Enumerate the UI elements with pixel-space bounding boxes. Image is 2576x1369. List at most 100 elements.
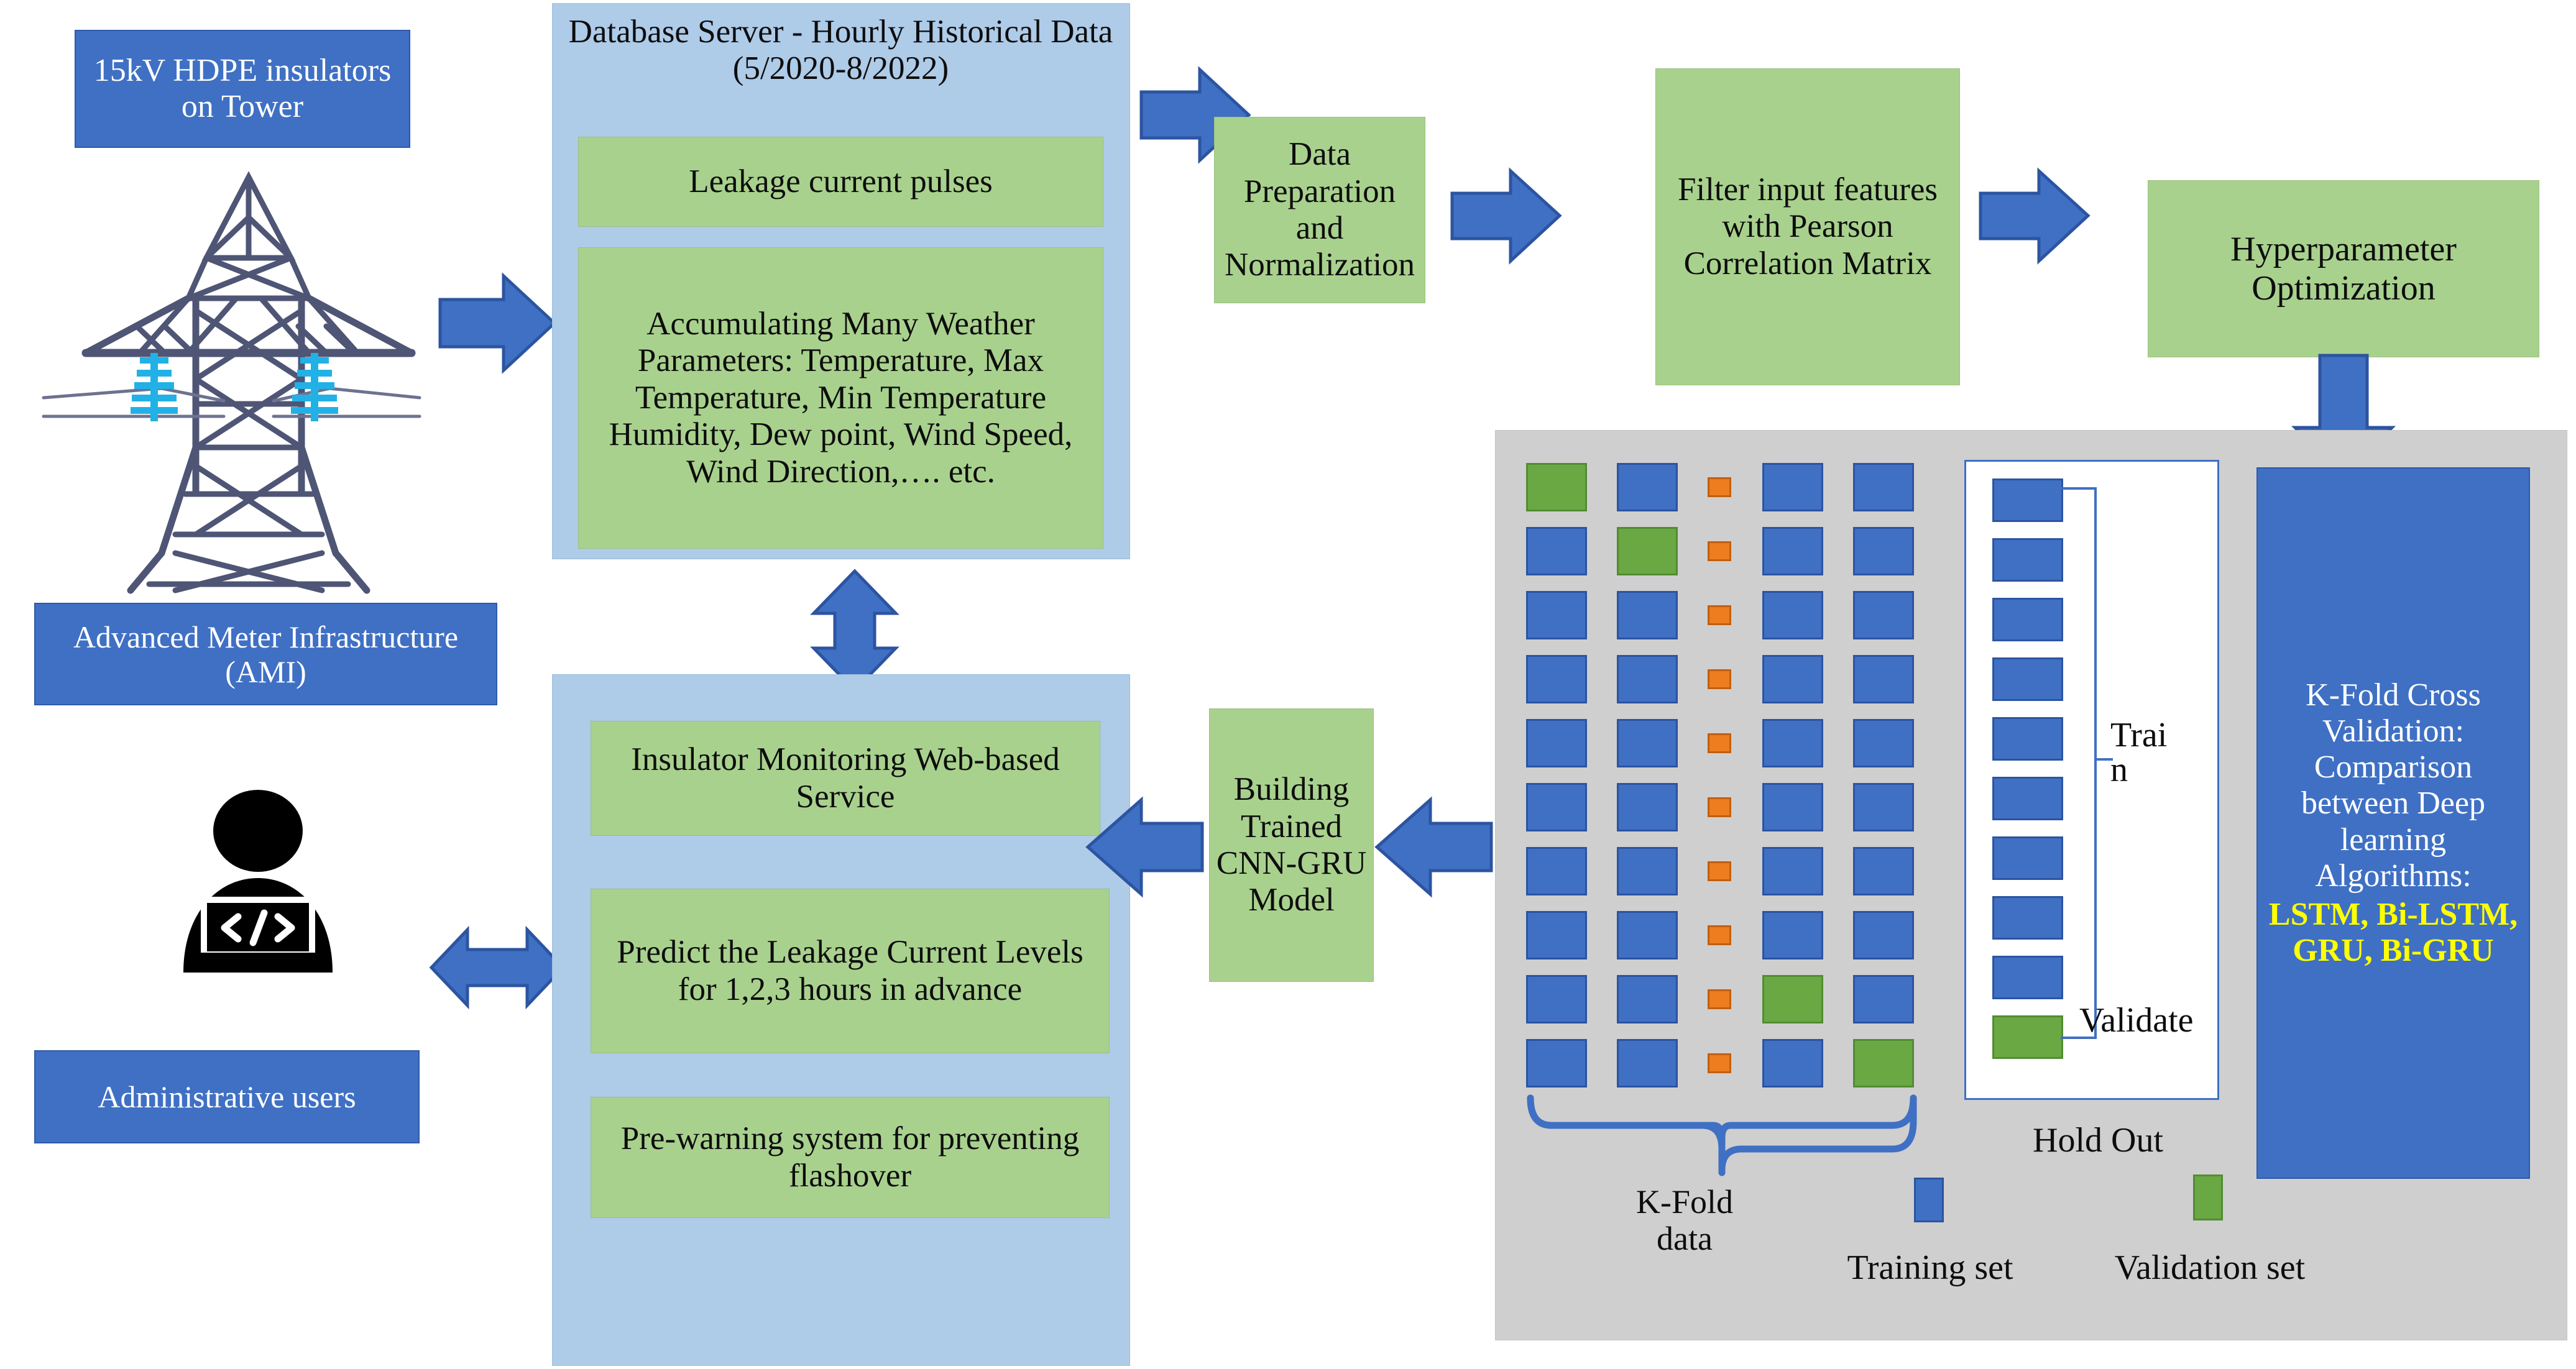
holdout-train-line1: Trai — [2110, 716, 2168, 754]
kfold-cell-r7c1 — [1526, 847, 1587, 895]
kfold-ellipsis-r4 — [1708, 669, 1731, 689]
service-item-prewarning-label: Pre-warning system for preventing flasho… — [620, 1120, 1080, 1194]
kfold-cell-r8c1 — [1526, 911, 1587, 959]
pipeline-hyperparameter-label: Hyperparameter Optimization — [2230, 229, 2457, 308]
pipeline-model-building-label: Building Trained CNN-GRU Model — [1216, 771, 1367, 918]
legend-validation-swatch — [2193, 1174, 2223, 1220]
legend-validation-label: Validation set — [2114, 1248, 2306, 1287]
kfold-cell-r3c3 — [1762, 591, 1823, 639]
kfold-cell-r1c2 — [1617, 463, 1678, 511]
holdout-bar-9 — [1992, 956, 2063, 999]
kfold-cell-r9c4 — [1853, 975, 1914, 1023]
legend-training-swatch — [1914, 1178, 1944, 1222]
holdout-train-line2: n — [2110, 751, 2128, 789]
kfold-ellipsis-r6 — [1708, 797, 1731, 817]
pipeline-model-building: Building Trained CNN-GRU Model — [1209, 708, 1374, 982]
kfold-cell-r9c2 — [1617, 975, 1678, 1023]
kfold-cell-r10c4 — [1853, 1039, 1914, 1087]
kfold-cell-r9c3 — [1762, 975, 1823, 1023]
holdout-bar-3 — [1992, 598, 2063, 641]
kfold-cell-r4c4 — [1853, 655, 1914, 703]
service-item-monitoring: Insulator Monitoring Web-based Service — [591, 721, 1100, 836]
service-item-monitoring-label: Insulator Monitoring Web-based Service — [631, 741, 1060, 815]
database-item-weather: Accumulating Many Weather Parameters: Te… — [578, 247, 1103, 549]
kfold-ellipsis-r7 — [1708, 861, 1731, 881]
kfold-ellipsis-r5 — [1708, 733, 1731, 753]
kfold-cell-r5c4 — [1853, 719, 1914, 767]
kfold-ellipsis-r2 — [1708, 541, 1731, 561]
holdout-caption: Hold Out — [2033, 1121, 2163, 1160]
kfold-cell-r10c1 — [1526, 1039, 1587, 1087]
arrow-filter-to-hyperparameter — [1977, 165, 2092, 267]
kfold-caption-line2: data — [1657, 1220, 1713, 1258]
pipeline-data-preparation-label: Data Preparation and Normalization — [1224, 136, 1415, 283]
kfold-data-caption: K-Fold data — [1598, 1183, 1772, 1258]
pipeline-hyperparameter: Hyperparameter Optimization — [2148, 180, 2539, 357]
database-item-leakage-label: Leakage current pulses — [689, 163, 993, 199]
kfold-cell-r1c4 — [1853, 463, 1914, 511]
holdout-bar-7 — [1992, 836, 2063, 880]
kfold-cell-r6c4 — [1853, 783, 1914, 831]
arrow-admin-to-service — [429, 913, 566, 1022]
kfold-cell-r3c1 — [1526, 591, 1587, 639]
kfold-cell-r8c3 — [1762, 911, 1823, 959]
kfold-cell-r1c1 — [1526, 463, 1587, 511]
ami-box: Advanced Meter Infrastructure (AMI) — [34, 603, 497, 705]
kfold-grid — [1526, 463, 1924, 1087]
kfold-cell-r1c3 — [1762, 463, 1823, 511]
kfold-cell-r2c1 — [1526, 527, 1587, 575]
arrow-model-to-service — [1082, 792, 1206, 901]
kfold-cell-r2c2 — [1617, 527, 1678, 575]
kfold-brace — [1517, 1094, 1939, 1176]
admin-users-label: Administrative users — [98, 1079, 356, 1114]
kfold-cell-r2c3 — [1762, 527, 1823, 575]
holdout-bar-5 — [1992, 717, 2063, 761]
kfold-cell-r6c2 — [1617, 783, 1678, 831]
pipeline-feature-filter-label: Filter input features with Pearson Corre… — [1678, 171, 1938, 282]
holdout-bar-2 — [1992, 538, 2063, 582]
kfold-ellipsis-r9 — [1708, 989, 1731, 1009]
holdout-train-label: Trai n — [2110, 718, 2222, 787]
kfold-cell-r2c4 — [1853, 527, 1914, 575]
source-box-label: 15kV HDPE insulators on Tower — [93, 52, 392, 124]
arrow-preparation-to-filter — [1448, 165, 1563, 267]
holdout-bar-6 — [1992, 777, 2063, 820]
legend-training-label: Training set — [1847, 1248, 2013, 1287]
kfold-cell-r7c3 — [1762, 847, 1823, 895]
kfold-cell-r7c4 — [1853, 847, 1914, 895]
kfold-ellipsis-r3 — [1708, 605, 1731, 625]
kfold-cell-r6c1 — [1526, 783, 1587, 831]
kfold-cell-r5c1 — [1526, 719, 1587, 767]
source-box: 15kV HDPE insulators on Tower — [75, 30, 410, 148]
pipeline-data-preparation: Data Preparation and Normalization — [1214, 117, 1425, 303]
kfold-info-highlight: LSTM, Bi-LSTM, GRU, Bi-GRU — [2268, 896, 2518, 969]
kfold-cell-r3c2 — [1617, 591, 1678, 639]
kfold-cell-r7c2 — [1617, 847, 1678, 895]
pipeline-feature-filter: Filter input features with Pearson Corre… — [1655, 68, 1960, 385]
kfold-cell-r4c2 — [1617, 655, 1678, 703]
kfold-cell-r5c2 — [1617, 719, 1678, 767]
kfold-cell-r4c3 — [1762, 655, 1823, 703]
kfold-info-text: K-Fold Cross Validation: Comparison betw… — [2301, 677, 2485, 894]
kfold-cell-r10c2 — [1617, 1039, 1678, 1087]
transmission-tower-icon — [37, 155, 423, 594]
kfold-ellipsis-r8 — [1708, 925, 1731, 945]
arrow-validation-to-model — [1371, 792, 1495, 901]
kfold-ellipsis-r1 — [1708, 477, 1731, 497]
arrow-tower-to-database — [435, 267, 559, 379]
holdout-validate-label: Validate — [2079, 1001, 2194, 1040]
holdout-bar-4 — [1992, 657, 2063, 701]
kfold-cell-r10c3 — [1762, 1039, 1823, 1087]
kfold-info-box: K-Fold Cross Validation: Comparison betw… — [2256, 467, 2530, 1179]
kfold-ellipsis-r10 — [1708, 1053, 1731, 1073]
service-item-predict: Predict the Leakage Current Levels for 1… — [591, 889, 1110, 1053]
database-item-leakage: Leakage current pulses — [578, 137, 1103, 227]
service-item-prewarning: Pre-warning system for preventing flasho… — [591, 1097, 1110, 1218]
ami-box-label: Advanced Meter Infrastructure (AMI) — [73, 619, 459, 689]
kfold-cell-r8c2 — [1617, 911, 1678, 959]
holdout-bar-8 — [1992, 896, 2063, 940]
holdout-bar-1 — [1992, 478, 2063, 522]
kfold-cell-r6c3 — [1762, 783, 1823, 831]
kfold-cell-r5c3 — [1762, 719, 1823, 767]
kfold-cell-r8c4 — [1853, 911, 1914, 959]
